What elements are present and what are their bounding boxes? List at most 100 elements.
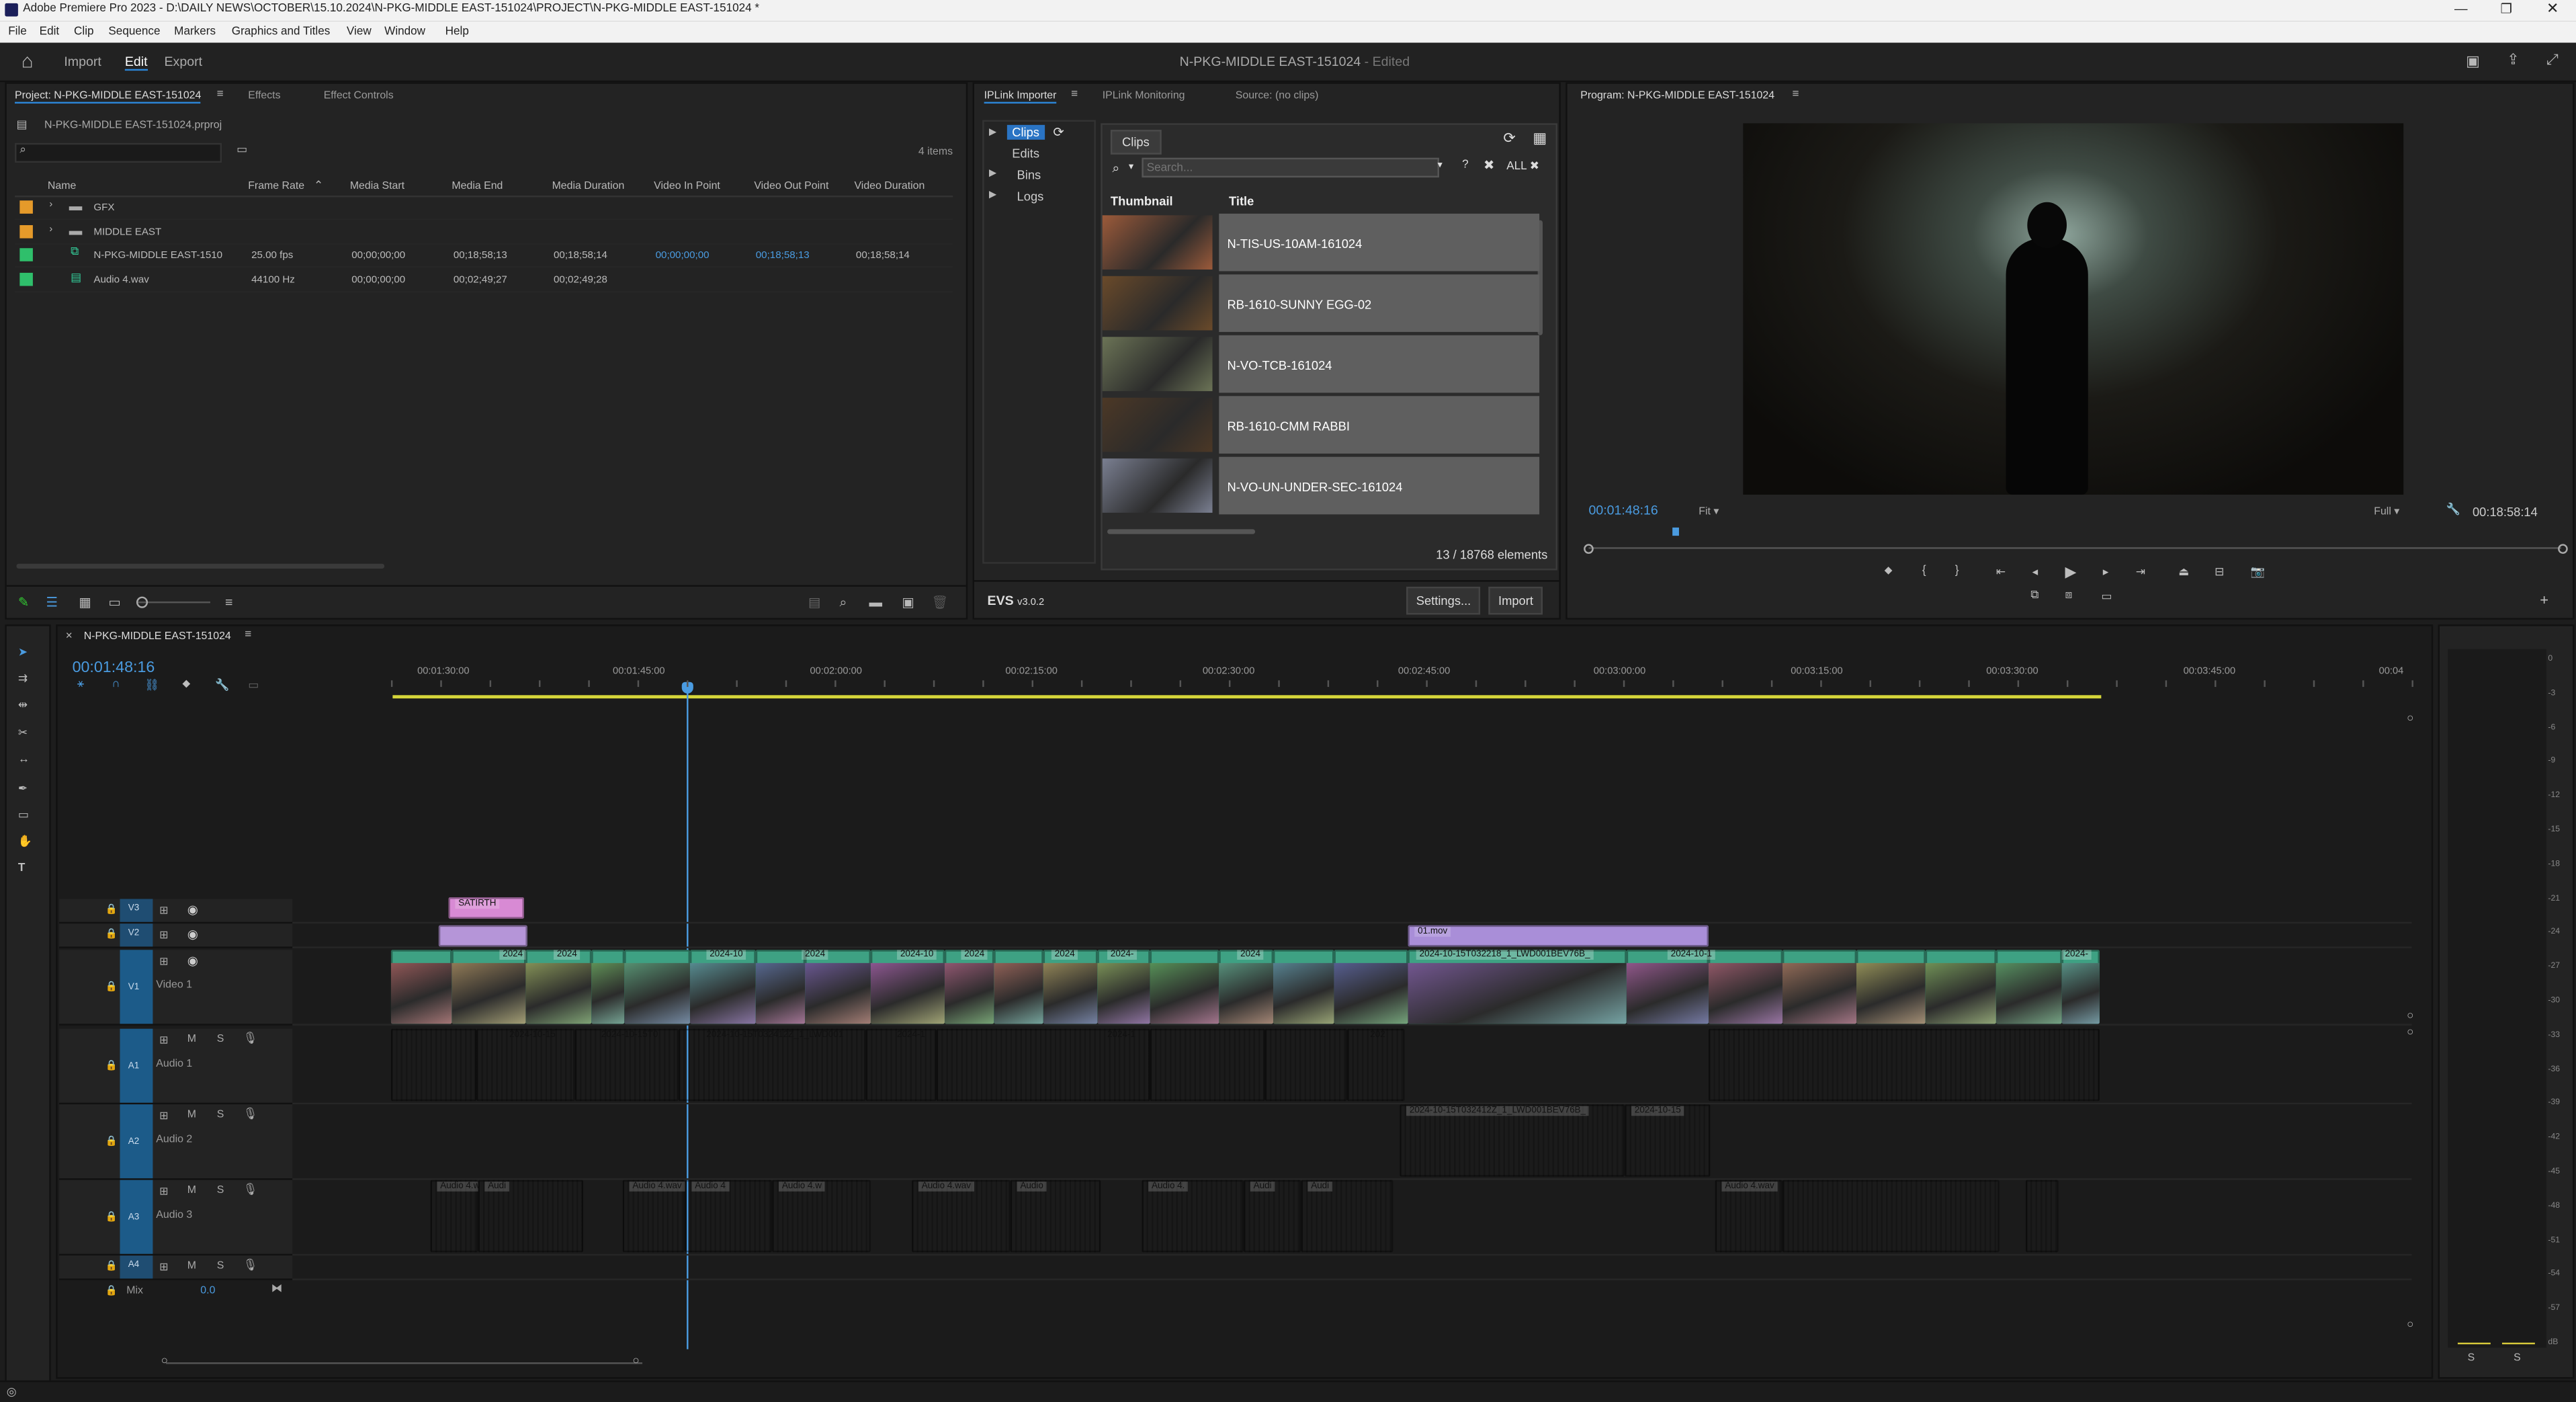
- clip-thumbnail[interactable]: [1102, 276, 1213, 331]
- freeform-view-icon[interactable]: ▭: [108, 595, 120, 610]
- a2-clip[interactable]: 2024-10-15T032412Z_1_LWD001BEV76B_: [1400, 1104, 1625, 1177]
- rectangle-tool-icon[interactable]: ▭: [18, 809, 29, 821]
- scrubber-end[interactable]: [2558, 544, 2568, 554]
- v1-clip[interactable]: [1856, 950, 1926, 1024]
- v1-clip[interactable]: [1708, 950, 1783, 1024]
- track-lane-video[interactable]: [292, 899, 2412, 924]
- expand-icon[interactable]: ▶: [989, 189, 996, 201]
- tab-effects[interactable]: Effects: [248, 90, 280, 101]
- col-video-out[interactable]: Video Out Point: [754, 181, 828, 192]
- v1-clip[interactable]: [944, 950, 994, 1024]
- clip-thumbnail[interactable]: [1102, 458, 1213, 513]
- v1-clip[interactable]: [1782, 950, 1857, 1024]
- v3-title-clip[interactable]: SATIRTH: [448, 897, 525, 919]
- a1-clip[interactable]: [1150, 1028, 1265, 1102]
- add-marker-icon[interactable]: ⬥: [182, 679, 190, 692]
- help-button[interactable]: ?: [1462, 159, 1469, 171]
- project-row[interactable]: ▤ Audio 4.wav 44100 Hz 00;00;00;00 00;02;49;…: [15, 269, 953, 292]
- clip-row[interactable]: RB-1610-CMM RABBI: [1101, 396, 1540, 454]
- tree-logs[interactable]: Logs: [1017, 189, 1044, 204]
- col-media-end[interactable]: Media End: [452, 181, 503, 192]
- step-back-icon[interactable]: ◂: [2032, 565, 2038, 579]
- chevron-down-icon[interactable]: ▾: [1438, 159, 1443, 171]
- menu-view[interactable]: View: [347, 26, 372, 38]
- track-select-icon[interactable]: ⇉: [18, 672, 28, 686]
- all-filter[interactable]: ALL ✖: [1506, 159, 1539, 173]
- clip-thumbnail[interactable]: [1102, 337, 1213, 391]
- resolution-dropdown[interactable]: Full ▾: [2374, 505, 2399, 518]
- sync-icon[interactable]: ⊞: [159, 1260, 168, 1274]
- a1-clip[interactable]: [390, 1028, 477, 1102]
- zoom-handle-right[interactable]: ○: [632, 1356, 639, 1367]
- menu-sequence[interactable]: Sequence: [108, 26, 160, 38]
- razor-tool-icon[interactable]: ✂: [18, 727, 28, 739]
- a1-clip[interactable]: [1708, 1028, 2100, 1102]
- clip-row[interactable]: N-VO-UN-UNDER-SEC-161024: [1101, 456, 1540, 515]
- captions-icon[interactable]: ▭: [248, 679, 259, 692]
- panel-menu-icon[interactable]: ≡: [217, 89, 224, 100]
- mark-in-icon[interactable]: {: [1922, 565, 1926, 577]
- track-lane-audio[interactable]: [292, 1255, 2412, 1280]
- workspaces-icon[interactable]: ▣: [2466, 52, 2480, 71]
- timeline-zoom-bar[interactable]: [165, 1362, 643, 1364]
- expand-icon[interactable]: ›: [49, 224, 52, 235]
- work-area-bar[interactable]: [392, 695, 2102, 699]
- clip-row[interactable]: N-TIS-US-10AM-161024: [1101, 213, 1540, 272]
- menu-window[interactable]: Window: [384, 26, 425, 38]
- v1-clip[interactable]: [1043, 950, 1098, 1024]
- menu-markers[interactable]: Markers: [174, 26, 216, 38]
- tab-iplink-monitoring[interactable]: IPLink Monitoring: [1103, 90, 1185, 101]
- project-row[interactable]: › ▬ MIDDLE EAST: [15, 221, 953, 245]
- sync-icon[interactable]: ⊞: [159, 1109, 168, 1122]
- scrubber-start[interactable]: [1584, 544, 1594, 554]
- v1-clip[interactable]: [2061, 950, 2100, 1024]
- clip-thumbnail[interactable]: [1102, 397, 1213, 452]
- panel-menu-icon[interactable]: ≡: [245, 629, 251, 641]
- solo-button[interactable]: S: [217, 1185, 224, 1196]
- new-item-icon[interactable]: ▣: [902, 595, 914, 610]
- tree-bins[interactable]: Bins: [1017, 167, 1041, 182]
- selection-tool-icon[interactable]: ➤: [18, 646, 28, 659]
- v1-clip[interactable]: [870, 950, 945, 1024]
- sync-icon[interactable]: ⊞: [159, 929, 168, 942]
- project-row[interactable]: ⧉ N-PKG-MIDDLE EAST-1510 25.00 fps 00;00;00…: [15, 245, 953, 268]
- add-button-icon[interactable]: +: [2540, 591, 2548, 608]
- pencil-icon[interactable]: ✎: [18, 595, 29, 610]
- a3-clip[interactable]: Audio 4.w: [430, 1180, 478, 1253]
- extract-icon[interactable]: ⊟: [2215, 565, 2224, 579]
- timeline-timecode[interactable]: 00:01:48:16: [73, 659, 155, 677]
- a3-clip[interactable]: Audio 4.: [1142, 1180, 1244, 1253]
- a3-clip[interactable]: Audio 4.wav: [622, 1180, 685, 1253]
- program-timecode[interactable]: 00:01:48:16: [1588, 503, 1658, 518]
- a3-clip[interactable]: Audio 4.wav: [1715, 1180, 1783, 1253]
- tab-project[interactable]: Project: N-PKG-MIDDLE EAST-151024: [15, 90, 202, 104]
- project-row[interactable]: › ▬ GFX: [15, 197, 953, 220]
- menu-edit[interactable]: Edit: [40, 26, 59, 38]
- a3-clip[interactable]: Audio 4.wav: [912, 1180, 1011, 1253]
- tree-clips[interactable]: Clips: [1006, 124, 1045, 140]
- a3-clip[interactable]: Audio: [1010, 1180, 1101, 1253]
- a3-clip[interactable]: Audi: [478, 1180, 584, 1253]
- expand-icon[interactable]: ›: [49, 200, 52, 210]
- mute-button[interactable]: M: [187, 1034, 196, 1045]
- v1-clip[interactable]: [689, 950, 756, 1024]
- solo-right-button[interactable]: S: [2514, 1352, 2521, 1364]
- v1-clip[interactable]: [1334, 950, 1408, 1024]
- a3-clip[interactable]: Audi: [1301, 1180, 1393, 1253]
- panel-menu-icon[interactable]: ≡: [1071, 89, 1078, 100]
- linked-selection-icon[interactable]: ⛓: [144, 679, 159, 692]
- lock-icon[interactable]: 🔒: [105, 1059, 117, 1071]
- v2-clip[interactable]: [438, 925, 527, 947]
- minimize-icon[interactable]: —: [2454, 1, 2468, 16]
- automate-icon[interactable]: ▤: [808, 595, 820, 610]
- clear-icon[interactable]: ✖: [1484, 158, 1494, 173]
- v1-clip[interactable]: [1150, 950, 1219, 1024]
- ripple-edit-icon[interactable]: ⇹: [18, 698, 28, 712]
- nav-import[interactable]: Import: [64, 54, 101, 69]
- play-icon[interactable]: ▶: [2065, 564, 2077, 582]
- a3-clip[interactable]: Audi: [1243, 1180, 1301, 1253]
- track-lane-audio[interactable]: [292, 1104, 2412, 1180]
- zoom-slider-handle[interactable]: [136, 596, 148, 608]
- v1-clip[interactable]: [1995, 950, 2062, 1024]
- v1-clip[interactable]: [1097, 950, 1150, 1024]
